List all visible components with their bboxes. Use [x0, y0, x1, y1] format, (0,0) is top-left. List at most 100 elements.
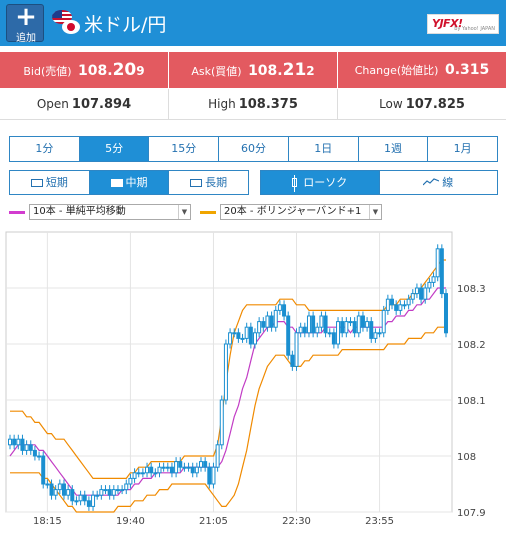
currency-pair-title[interactable]: 米ドル/円 — [84, 10, 166, 37]
candle-body — [16, 438, 21, 446]
jp-flag-icon — [62, 20, 80, 34]
candle-body — [410, 293, 415, 300]
sma-swatch — [9, 211, 25, 214]
candle-body — [91, 494, 96, 507]
candle-body — [66, 489, 71, 496]
x-tick-label: 18:15 — [33, 516, 62, 527]
candle-body — [398, 304, 403, 311]
candle-body — [423, 287, 428, 300]
y-tick-label: 108.2 — [457, 340, 486, 351]
candle-body — [402, 304, 407, 307]
candle-body — [95, 494, 100, 497]
candle-body — [194, 466, 199, 474]
line-chart-button[interactable]: 線 — [379, 171, 497, 194]
tab-5min[interactable]: 5分 — [79, 137, 150, 161]
tab-60min[interactable]: 60分 — [219, 137, 289, 161]
low-value: 107.825 — [405, 97, 465, 112]
indicator-sma-select[interactable]: 10本 - 単純平均移動 ▼ — [9, 204, 191, 220]
chart-type-tabs: ローソク 線 — [260, 170, 498, 195]
candle-body — [28, 444, 33, 451]
candle-body — [390, 298, 395, 306]
range-mid-button[interactable]: 中期 — [89, 171, 170, 194]
candle-body — [269, 315, 274, 328]
candle-body — [257, 321, 262, 334]
range-long-button[interactable]: 長期 — [169, 171, 249, 194]
candle-body — [61, 483, 66, 496]
candle-body — [340, 321, 345, 334]
price-chart[interactable]: 108.3 108.2 108.1 108 107.9 18:15 19:40 21:05 22… — [0, 228, 506, 536]
range-tabs: 短期 中期 長期 — [9, 170, 249, 195]
bollinger-dropdown[interactable]: 20本 - ボリンジャーバンド+1 ▼ — [220, 204, 382, 220]
x-tick-label: 22:30 — [282, 516, 311, 527]
y-tick-label: 108 — [457, 452, 476, 463]
candle-body — [336, 321, 341, 345]
line-chart-icon — [423, 178, 440, 186]
x-tick-label: 23:55 — [365, 516, 394, 527]
candle-body — [186, 466, 191, 469]
candle-body — [444, 293, 448, 334]
y-tick-label: 108.3 — [457, 284, 486, 295]
candle-body — [360, 315, 365, 328]
candle-body — [149, 466, 154, 474]
candle-body — [165, 466, 170, 469]
tab-1day[interactable]: 1日 — [288, 137, 359, 161]
candle-body — [24, 444, 29, 451]
candle-body — [236, 332, 241, 339]
candle-body — [385, 298, 390, 311]
candle — [215, 440, 220, 472]
candle-body — [53, 489, 58, 496]
candle-body — [373, 332, 378, 339]
range-short-button[interactable]: 短期 — [10, 171, 90, 194]
candle-body — [174, 461, 179, 474]
bid-value: 108.209 — [78, 60, 145, 80]
candle-body — [153, 472, 158, 475]
candle-body — [431, 276, 436, 283]
tab-1min[interactable]: 1分 — [10, 137, 80, 161]
candle-body — [306, 315, 311, 334]
candle-body — [8, 438, 12, 446]
add-button[interactable]: + 追加 — [6, 2, 44, 44]
candle-body — [115, 489, 120, 492]
plus-icon: + — [15, 2, 37, 32]
candle-body — [199, 461, 204, 468]
candle-body — [277, 304, 282, 311]
sma-dropdown[interactable]: 10本 - 単純平均移動 ▼ — [29, 204, 191, 220]
plot-area — [5, 231, 453, 513]
candle-body — [240, 337, 245, 340]
short-range-icon — [30, 179, 43, 187]
mid-range-icon — [110, 179, 123, 187]
candle-body — [356, 315, 361, 334]
candle — [439, 244, 444, 299]
candle-body — [315, 326, 320, 334]
change-label: Change(始値比) — [354, 64, 439, 77]
change-price: Change(始値比) 0.315 — [338, 52, 506, 88]
candle-body — [74, 500, 79, 503]
candle-body — [294, 332, 299, 367]
open-value: 107.894 — [71, 97, 132, 112]
candle-body — [439, 248, 444, 295]
indicator-bollinger-select[interactable]: 20本 - ボリンジャーバンド+1 ▼ — [200, 204, 382, 220]
candle-body — [120, 489, 125, 492]
tab-1month[interactable]: 1月 — [428, 137, 498, 161]
candlestick-button[interactable]: ローソク — [261, 171, 380, 194]
candle-body — [265, 315, 270, 328]
candlestick-icon — [292, 175, 298, 192]
currency-pair-flags-icon — [52, 10, 82, 36]
candle-body — [128, 477, 133, 485]
chevron-down-icon: ▼ — [178, 205, 190, 219]
candle-body — [344, 321, 349, 334]
candle-body — [348, 321, 353, 324]
tab-1week[interactable]: 1週 — [358, 137, 429, 161]
candle-body — [298, 326, 303, 334]
candle — [435, 244, 440, 282]
candle-body — [427, 281, 432, 289]
candle — [381, 305, 386, 338]
tab-15min[interactable]: 15分 — [149, 137, 220, 161]
candle-body — [203, 461, 208, 468]
bid-price: Bid(売値) 108.209 — [0, 52, 169, 88]
candle-body — [111, 489, 116, 496]
candle-body — [273, 309, 278, 328]
candle — [219, 395, 224, 450]
candle-body — [302, 326, 307, 334]
candle-body — [352, 321, 357, 334]
